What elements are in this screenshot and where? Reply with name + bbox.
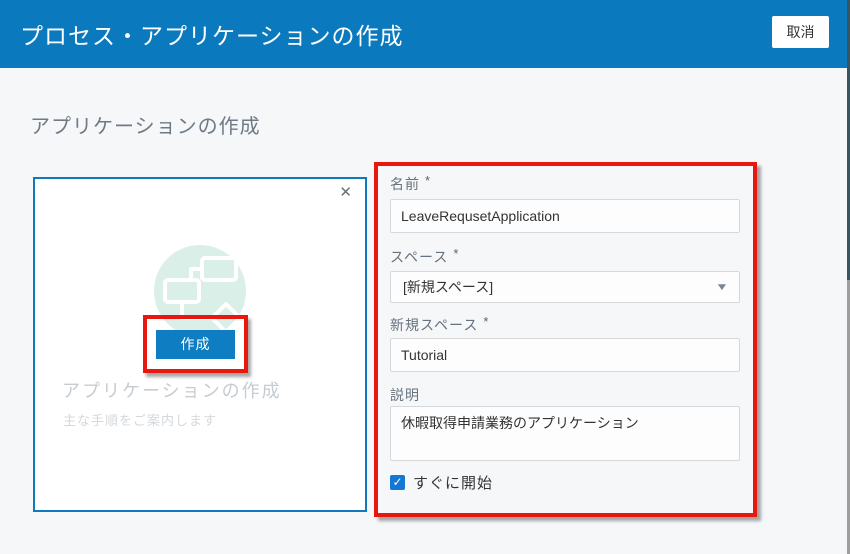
space-selected-option: [新規スペース]	[403, 277, 493, 297]
application-form-annotation-box: 名前 * スペース * [新規スペース] ▼ 新規スペース * 説明 休暇取得申請業務…	[374, 162, 757, 517]
chevron-down-icon: ▼	[715, 282, 729, 293]
space-select[interactable]: [新規スペース] ▼	[390, 271, 740, 303]
create-button-annotation-box: 作成	[143, 315, 248, 373]
section-heading: アプリケーションの作成	[30, 110, 261, 139]
wizard-card-subtitle: 主な手順をご案内します	[63, 410, 217, 429]
description-textarea[interactable]: 休暇取得申請業務のアプリケーション	[390, 406, 740, 461]
page-title: プロセス・アプリケーションの作成	[20, 17, 404, 51]
start-immediately-row[interactable]: ✓ すぐに開始	[390, 472, 741, 493]
page-header: プロセス・アプリケーションの作成 取消	[0, 0, 850, 68]
name-field-label: 名前 *	[390, 174, 741, 192]
checkbox-checked-icon[interactable]: ✓	[390, 475, 405, 490]
start-immediately-label: すぐに開始	[413, 472, 493, 493]
create-button[interactable]: 作成	[156, 330, 235, 359]
create-process-application-page: プロセス・アプリケーションの作成 取消 アプリケーションの作成 ✕ 作成 アプリ…	[0, 0, 850, 554]
name-label-text: 名前	[390, 176, 420, 192]
cancel-button[interactable]: 取消	[772, 16, 829, 48]
new-space-input[interactable]	[390, 338, 740, 372]
wizard-card-title: アプリケーションの作成	[62, 377, 282, 403]
close-icon[interactable]: ✕	[339, 185, 352, 200]
required-mark: *	[453, 246, 459, 261]
new-space-field-label: 新規スペース *	[390, 315, 741, 333]
new-space-label-text: 新規スペース	[390, 317, 478, 333]
description-label-text: 説明	[390, 387, 420, 403]
space-field-label: スペース *	[390, 247, 741, 265]
space-label-text: スペース	[390, 249, 448, 265]
required-mark: *	[483, 314, 489, 329]
description-field-label: 説明	[390, 385, 741, 403]
application-wizard-card: ✕ 作成 アプリケーションの作成 主な手順をご案内します	[33, 177, 367, 512]
name-input[interactable]	[390, 199, 740, 233]
required-mark: *	[425, 173, 431, 188]
